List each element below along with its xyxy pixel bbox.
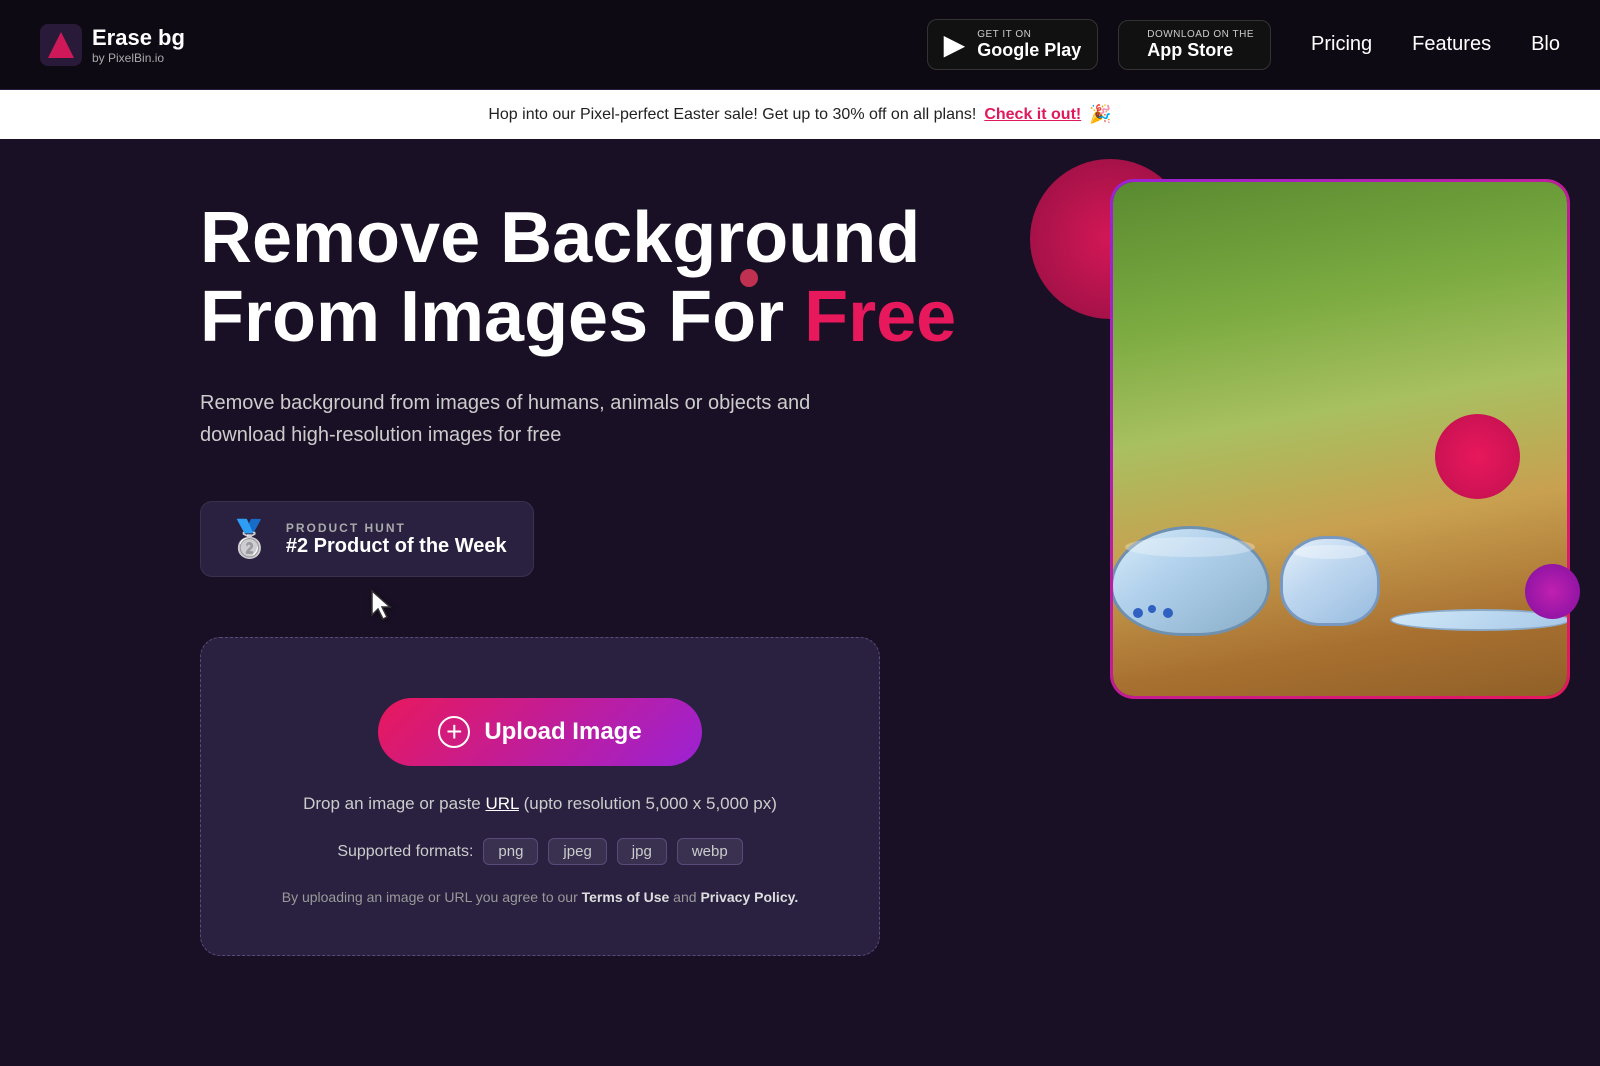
google-play-icon: ▶ [944, 28, 966, 61]
formats-row: Supported formats: png jpeg jpg webp [241, 838, 839, 865]
plus-icon: + [438, 716, 470, 748]
format-jpg: jpg [617, 838, 667, 865]
hero-left: Remove Background From Images For Free R… [200, 199, 1070, 956]
blob-bottom-right [1525, 564, 1580, 619]
pottery-items [1110, 526, 1570, 636]
promo-banner: Hop into our Pixel-perfect Easter sale! … [0, 90, 1600, 139]
google-play-small: GET IT ON [977, 29, 1081, 40]
pottery-bowl-large [1110, 526, 1270, 636]
privacy-link[interactable]: Privacy Policy. [700, 889, 798, 905]
drop-text-after: (upto resolution 5,000 x 5,000 px) [519, 794, 777, 813]
pottery-bowl-highlight [1125, 537, 1255, 557]
drop-text: Drop an image or paste URL (upto resolut… [241, 794, 839, 814]
url-link[interactable]: URL [486, 794, 519, 813]
upload-button[interactable]: + Upload Image [378, 698, 701, 766]
google-play-big: Google Play [977, 40, 1081, 61]
format-jpeg: jpeg [548, 838, 606, 865]
app-store-big: App Store [1147, 40, 1254, 61]
logo-subtitle: by PixelBin.io [92, 51, 185, 65]
promo-emoji: 🎉 [1089, 104, 1111, 125]
nav-features[interactable]: Features [1412, 33, 1491, 56]
upload-area: + Upload Image Drop an image or paste UR… [200, 637, 880, 956]
ph-rank: #2 Product of the Week [286, 535, 507, 558]
medal-icon: 🥈 [227, 518, 272, 560]
terms-text: By uploading an image or URL you agree t… [241, 889, 839, 905]
formats-label: Supported formats: [337, 843, 473, 861]
pottery-jar-small [1280, 536, 1380, 626]
terms-prefix: By uploading an image or URL you agree t… [282, 889, 582, 905]
app-store-small: Download on the [1147, 29, 1254, 40]
format-png: png [483, 838, 538, 865]
navbar: Erase bg by PixelBin.io ▶ GET IT ON Goog… [0, 0, 1600, 90]
hero-title-line2: From Images For [200, 277, 804, 357]
hero-section: Remove Background From Images For Free R… [0, 139, 1600, 996]
google-play-button[interactable]: ▶ GET IT ON Google Play [927, 19, 1099, 70]
promo-cta[interactable]: Check it out! [984, 106, 1081, 124]
promo-text: Hop into our Pixel-perfect Easter sale! … [488, 106, 976, 124]
app-store-button[interactable]: Download on the App Store [1118, 20, 1271, 70]
product-hunt-badge: 🥈 PRODUCT HUNT #2 Product of the Week [200, 501, 534, 577]
nav-links: Pricing Features Blo [1311, 33, 1560, 56]
nav-store-buttons: ▶ GET IT ON Google Play Download on the … [927, 19, 1271, 70]
logo-title: Erase bg [92, 25, 185, 51]
hero-title-line1: Remove Background [200, 198, 920, 278]
bowl-dot-1 [1133, 608, 1143, 618]
drop-text-before: Drop an image or paste [303, 794, 485, 813]
logo[interactable]: Erase bg by PixelBin.io [40, 24, 185, 66]
hero-title: Remove Background From Images For Free [200, 199, 1070, 357]
upload-button-label: Upload Image [484, 718, 641, 746]
bowl-dot-2 [1148, 605, 1156, 613]
ph-label: PRODUCT HUNT [286, 521, 507, 535]
logo-icon [40, 24, 82, 66]
hero-description: Remove background from images of humans,… [200, 387, 880, 451]
nav-pricing[interactable]: Pricing [1311, 33, 1372, 56]
hero-right [1050, 179, 1600, 699]
terms-and: and [669, 889, 700, 905]
bowl-dot-3 [1163, 608, 1173, 618]
terms-link[interactable]: Terms of Use [582, 889, 670, 905]
hero-title-free: Free [804, 277, 956, 357]
blob-mid-right [1435, 414, 1520, 499]
nav-blog-partial[interactable]: Blo [1531, 33, 1560, 56]
jar-highlight [1293, 545, 1367, 559]
format-webp: webp [677, 838, 743, 865]
